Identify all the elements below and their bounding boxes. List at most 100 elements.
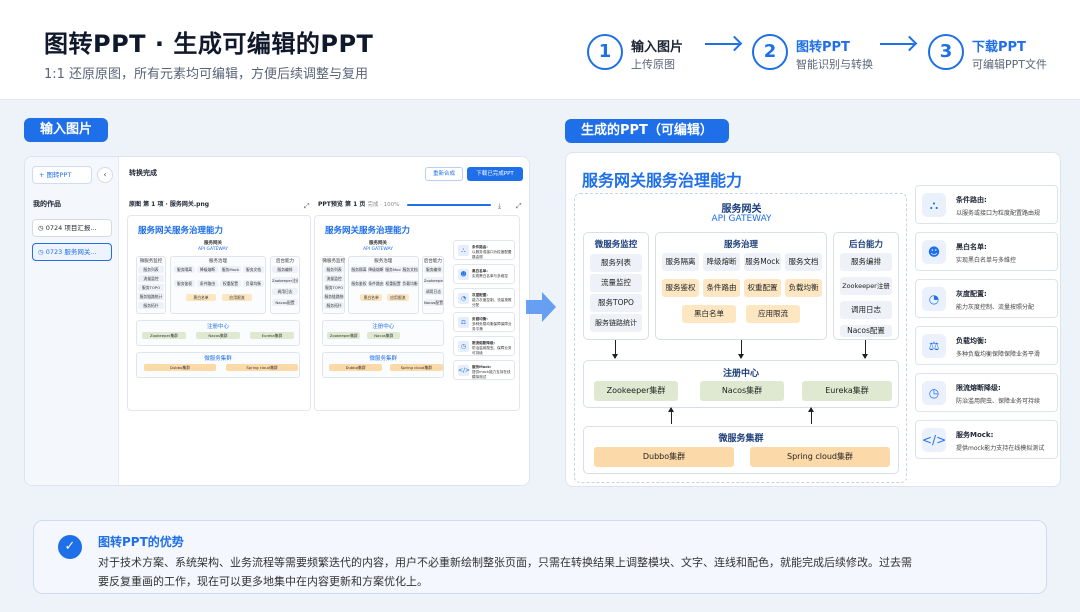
mini-label: 微服务监控 bbox=[139, 259, 163, 264]
feature-name: 灰度配置: bbox=[956, 290, 987, 298]
step-sub: 上传原图 bbox=[631, 58, 675, 71]
feature-name: 限流熔断降级: bbox=[956, 384, 1001, 392]
original-label: 原图 第 1 项 · 服务网关.png bbox=[129, 201, 210, 208]
input-image-label: 输入图片 bbox=[24, 118, 109, 142]
page-title: 图转PPT · 生成可编辑的PPT bbox=[44, 30, 374, 58]
governance-block[interactable]: 服务治理 服务隔离 降级熔断 服务Mock 服务文档 服务鉴权 条件路由 权重配… bbox=[655, 232, 827, 340]
work-item[interactable]: ◷ 0724 项目汇报... bbox=[32, 219, 112, 237]
mini-feature-text: 灰度配置: 能力灰度控制、流量按照分配 bbox=[472, 293, 512, 307]
app-sidebar: + 图转PPT ‹ 我的作品 ◷ 0724 项目汇报... ◷ 0723 服务网… bbox=[25, 157, 119, 485]
mini-feature: ◔ 灰度配置: 能力灰度控制、流量按照分配 bbox=[453, 288, 515, 308]
mini-chip: Zookeeper注册 bbox=[272, 277, 298, 284]
connector-arrow bbox=[612, 340, 618, 359]
chip[interactable]: 黑白名单 bbox=[682, 305, 736, 323]
feature-desc: 能力灰度控制、流量按照分配 bbox=[956, 304, 1035, 311]
registry-title: 注册中心 bbox=[722, 369, 759, 379]
connector-arrow bbox=[808, 407, 814, 424]
original-image-preview: 服务网关服务治理能力 服务网关 API GATEWAY 微服务监控 服务列表 流量监控 服务… bbox=[127, 215, 311, 411]
chip[interactable]: 应用限流 bbox=[746, 305, 800, 323]
mini-chip: 调用日志 bbox=[423, 288, 444, 295]
chip[interactable]: 流量监控 bbox=[590, 274, 642, 292]
mini-chip: 服务鉴权 bbox=[174, 280, 195, 287]
gateway-title[interactable]: 服务网关 bbox=[575, 200, 908, 215]
microservice-block[interactable]: 微服务集群 Dubbo集群 Spring cloud集群 bbox=[583, 426, 899, 474]
ppt-title[interactable]: 服务网关服务治理能力 bbox=[582, 167, 742, 191]
chip[interactable]: 条件路由 bbox=[703, 279, 740, 297]
chip[interactable]: 服务链路统计 bbox=[590, 314, 642, 332]
mini-chip: 流量监控 bbox=[324, 275, 344, 282]
mini-chip: 调用日志 bbox=[272, 288, 298, 295]
chip[interactable]: 服务隔离 bbox=[662, 253, 699, 271]
chip[interactable]: Zookeeper集群 bbox=[594, 381, 678, 401]
feature-desc: 防治滥用爬虫、保障业务可持续 bbox=[956, 398, 1041, 405]
mini-feature-text: 黑白名单: 实现黑白名单与多维控 bbox=[472, 269, 508, 278]
mini-feature-text: 条件路由: 以服务或接口为粒度配置路由规 bbox=[472, 245, 512, 259]
progress-bar bbox=[407, 204, 491, 206]
expand-icon[interactable]: ⤢ bbox=[516, 202, 522, 211]
mini-chip: Spring cloud集群 bbox=[389, 364, 444, 371]
mini-feature-icon: </> bbox=[458, 365, 471, 376]
feature-card[interactable]: ⛬ 条件路由: 以服务或接口为粒度配置路由规 bbox=[915, 185, 1058, 224]
mini-label: 服务治理 bbox=[209, 259, 227, 264]
chip[interactable]: Zookeeper注册 bbox=[840, 277, 892, 295]
mini-feature: ⚖ 负载均衡: 多种负载均衡保障保障业务平滑 bbox=[453, 312, 515, 332]
app-topbar: 转换完成 重新合成 下载已完成PPT bbox=[119, 157, 529, 187]
mini-chip: Dubbo集群 bbox=[144, 364, 216, 371]
step-number: 3 bbox=[928, 34, 964, 70]
chip[interactable]: Spring cloud集群 bbox=[750, 447, 890, 467]
microservice-title: 微服务集群 bbox=[718, 434, 764, 444]
chip[interactable]: 服务编排 bbox=[840, 253, 892, 271]
chip[interactable]: 服务文档 bbox=[785, 253, 822, 271]
mini-chip: 黑白名单 bbox=[186, 294, 216, 301]
advantage-title: 图转PPT的优势 bbox=[98, 535, 184, 549]
feature-card[interactable]: ☻ 黑白名单: 实现黑白名单与多维控 bbox=[915, 232, 1058, 271]
ppt-preview: 服务网关服务治理能力 服务网关 API GATEWAY 微服务监控 服务列表 流量监控 服务… bbox=[314, 215, 520, 411]
feature-card[interactable]: ◔ 灰度配置: 能力灰度控制、流量按照分配 bbox=[915, 279, 1058, 318]
chip[interactable]: 服务鉴权 bbox=[662, 279, 699, 297]
mini-chip: 服务链路统计 bbox=[138, 293, 164, 300]
mini-chip: 服务文档 bbox=[243, 266, 264, 273]
chip[interactable]: 服务TOPO bbox=[590, 294, 642, 312]
gateway-subtitle[interactable]: API GATEWAY bbox=[575, 214, 908, 224]
download-icon[interactable]: ⤓ bbox=[498, 202, 501, 211]
chip[interactable]: Dubbo集群 bbox=[594, 447, 734, 467]
step-title: 下载PPT bbox=[972, 40, 1026, 55]
download-ppt-button[interactable]: 下载已完成PPT bbox=[467, 167, 523, 181]
clock-icon: ◷ bbox=[38, 248, 46, 256]
registry-block[interactable]: 注册中心 Zookeeper集群 Nacos集群 Eureka集群 bbox=[583, 360, 899, 408]
mini-chip: 黑白名单 bbox=[360, 294, 383, 301]
chip[interactable]: 调用日志 bbox=[840, 301, 892, 319]
feature-card[interactable]: </> 服务Mock: 提供mock能力支持在线模拟测试 bbox=[915, 420, 1058, 459]
feature-name: 负载均衡: bbox=[956, 337, 987, 345]
mini-chip: 降级熔断 bbox=[197, 266, 218, 273]
chip[interactable]: 降级熔断 bbox=[703, 253, 740, 271]
regenerate-button[interactable]: 重新合成 bbox=[425, 167, 463, 181]
chip[interactable]: Eureka集群 bbox=[802, 381, 892, 401]
feature-name: 服务Mock: bbox=[956, 431, 994, 439]
feature-card[interactable]: ⚖ 负载均衡: 多种负载均衡保障保障业务平滑 bbox=[915, 326, 1058, 365]
feature-desc: 实现黑白名单与多维控 bbox=[956, 257, 1017, 264]
mini-label: 注册中心 bbox=[206, 324, 229, 330]
new-conversion-button[interactable]: + 图转PPT bbox=[32, 166, 92, 184]
chip[interactable]: 权重配置 bbox=[744, 279, 781, 297]
chip[interactable]: 服务Mock bbox=[744, 253, 781, 271]
chip[interactable]: Nacos集群 bbox=[700, 381, 784, 401]
chip[interactable]: Nacos配置 bbox=[840, 325, 892, 337]
mini-chip: 服务Mock bbox=[385, 266, 401, 273]
chip[interactable]: 服务列表 bbox=[590, 254, 642, 272]
feature-icon: ☻ bbox=[922, 240, 946, 264]
mini-feature: ⛬ 条件路由: 以服务或接口为粒度配置路由规 bbox=[453, 240, 515, 260]
feature-card[interactable]: ◷ 限流熔断降级: 防治滥用爬虫、保障业务可持续 bbox=[915, 373, 1058, 412]
mini-label: 微服务集群 bbox=[204, 356, 232, 362]
work-item-selected[interactable]: ◷ 0723 服务网关... bbox=[32, 243, 112, 261]
step-title: 输入图片 bbox=[631, 40, 684, 55]
mini-chip: 服务编排 bbox=[272, 266, 298, 273]
expand-icon[interactable]: ⤢ bbox=[304, 202, 310, 211]
mini-gateway: 服务网关 bbox=[369, 241, 387, 246]
chip[interactable]: 负载均衡 bbox=[785, 279, 822, 297]
monitor-block[interactable]: 微服务监控 服务列表 流量监控 服务TOPO 服务链路统计 bbox=[583, 232, 649, 340]
collapse-sidebar-button[interactable]: ‹ bbox=[97, 167, 113, 183]
ppt-preview-label: PPT预览 第 1 页 完成 · 100% bbox=[318, 201, 400, 208]
feature-name: 黑白名单: bbox=[956, 243, 987, 251]
backend-block[interactable]: 后台能力 服务编排 Zookeeper注册 调用日志 Nacos配置 bbox=[833, 232, 899, 340]
